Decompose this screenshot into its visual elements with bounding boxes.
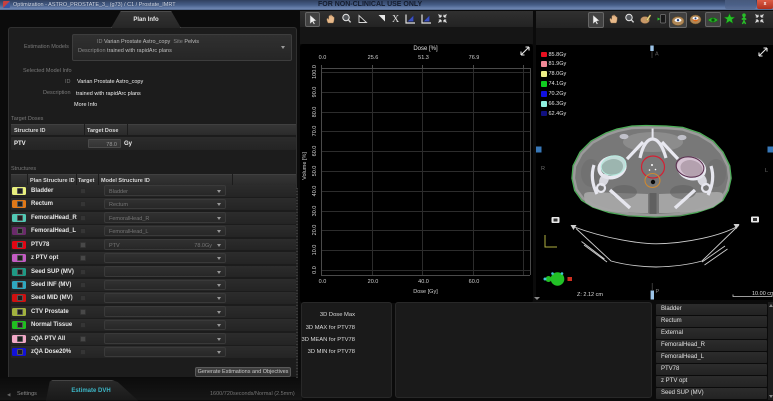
svg-text:X: X: [392, 14, 400, 25]
svg-text:Z: 2.12 cm: Z: 2.12 cm: [577, 292, 603, 298]
svg-text:A: A: [655, 52, 659, 58]
svg-text:P: P: [656, 289, 660, 295]
svg-text:L: L: [765, 168, 768, 174]
svg-text:R: R: [541, 166, 545, 172]
